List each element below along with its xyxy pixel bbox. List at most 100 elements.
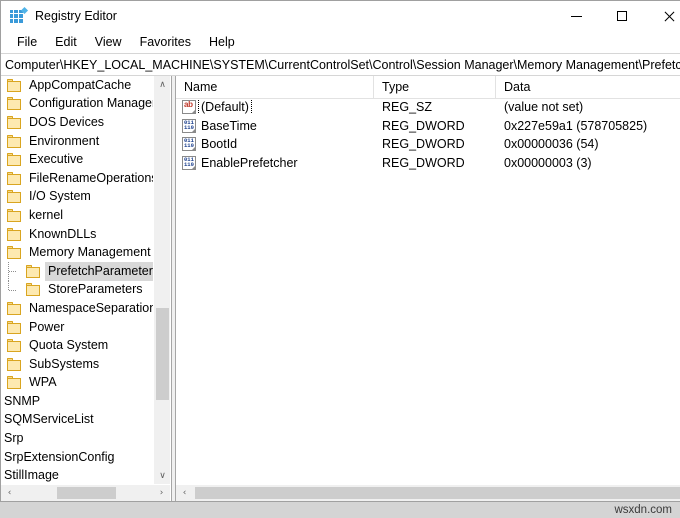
tree-item-srpextensionconfig[interactable]: SrpExtensionConfig	[1, 448, 153, 467]
registry-path: Computer\HKEY_LOCAL_MACHINE\SYSTEM\Curre…	[1, 58, 680, 72]
folder-icon	[7, 339, 22, 352]
value-type: REG_SZ	[374, 100, 496, 114]
value-row[interactable]: 011110EnablePrefetcherREG_DWORD0x0000000…	[176, 154, 680, 173]
tree-item-label: PrefetchParameters	[45, 262, 153, 281]
tree-connector-line	[8, 262, 18, 281]
string-value-icon: ab	[182, 100, 196, 114]
tree-item-quota-system[interactable]: Quota System	[1, 336, 153, 355]
address-bar[interactable]: Computer\HKEY_LOCAL_MACHINE\SYSTEM\Curre…	[1, 53, 680, 76]
folder-icon	[7, 116, 22, 129]
tree-item-knowndlls[interactable]: KnownDLLs	[1, 225, 153, 244]
tree-item-configuration-manager[interactable]: Configuration Manager	[1, 95, 153, 114]
value-name: BaseTime	[199, 119, 259, 133]
tree-item-label: SQMServiceList	[1, 410, 97, 429]
value-name-cell: 011110BaseTime	[176, 119, 374, 133]
value-name: EnablePrefetcher	[199, 156, 300, 170]
tree-item-label: Configuration Manager	[26, 94, 153, 113]
tree-item-snmp[interactable]: SNMP	[1, 392, 153, 411]
folder-icon	[7, 209, 22, 222]
tree-scroll-right-icon[interactable]: ›	[153, 485, 170, 501]
editor-body: AppCompatCacheConfiguration ManagerDOS D…	[1, 76, 680, 501]
minimize-button[interactable]	[553, 1, 599, 31]
tree-item-label: Environment	[26, 132, 102, 151]
menu-item-help[interactable]: Help	[200, 33, 244, 52]
menu-bar: File Edit View Favorites Help	[1, 31, 680, 53]
tree-item-label: kernel	[26, 206, 66, 225]
menu-item-favorites[interactable]: Favorites	[131, 33, 200, 52]
tree-item-label: NamespaceSeparation	[26, 299, 153, 318]
menu-item-view[interactable]: View	[86, 33, 131, 52]
tree-scroll-down-icon[interactable]: ∨	[154, 467, 171, 484]
column-header-data[interactable]: Data	[496, 76, 680, 98]
dword-value-icon: 011110	[182, 156, 196, 170]
tree-item-namespaceseparation[interactable]: NamespaceSeparation	[1, 299, 153, 318]
tree-item-prefetchparameters[interactable]: PrefetchParameters	[1, 262, 153, 281]
tree-item-memory-management[interactable]: Memory Management	[1, 243, 153, 262]
close-button[interactable]	[645, 1, 680, 31]
tree-item-executive[interactable]: Executive	[1, 150, 153, 169]
value-row[interactable]: ab(Default)REG_SZ(value not set)	[176, 98, 680, 117]
values-horizontal-scroll-thumb[interactable]	[195, 487, 680, 499]
tree-item-environment[interactable]: Environment	[1, 132, 153, 151]
window-title: Registry Editor	[35, 9, 117, 23]
tree-item-label: Executive	[26, 150, 86, 169]
tree-item-i-o-system[interactable]: I/O System	[1, 188, 153, 207]
title-bar: Registry Editor	[1, 1, 680, 31]
values-horizontal-scrollbar[interactable]: ‹	[176, 484, 680, 501]
value-name: (Default)	[199, 100, 251, 114]
folder-icon	[7, 153, 22, 166]
tree-item-power[interactable]: Power	[1, 318, 153, 337]
value-type: REG_DWORD	[374, 156, 496, 170]
registry-tree-pane: AppCompatCacheConfiguration ManagerDOS D…	[1, 76, 171, 501]
tree-item-sqmservicelist[interactable]: SQMServiceList	[1, 411, 153, 430]
column-header-type[interactable]: Type	[374, 76, 496, 98]
menu-item-edit[interactable]: Edit	[46, 33, 86, 52]
tree-item-label: Memory Management	[26, 243, 153, 262]
registry-editor-icon	[10, 8, 26, 24]
tree-item-wpa[interactable]: WPA	[1, 374, 153, 393]
tree-item-appcompatcache[interactable]: AppCompatCache	[1, 76, 153, 95]
folder-icon	[7, 321, 22, 334]
dword-value-icon: 011110	[182, 119, 196, 133]
column-header-name[interactable]: Name	[176, 76, 374, 98]
folder-icon	[7, 97, 22, 110]
tree-item-srp[interactable]: Srp	[1, 429, 153, 448]
folder-icon	[7, 79, 22, 92]
value-data: 0x227e59a1 (578705825)	[496, 119, 680, 133]
values-scroll-left-icon[interactable]: ‹	[176, 485, 193, 501]
tree-vertical-scroll-thumb[interactable]	[156, 308, 169, 400]
tree-horizontal-scrollbar[interactable]: ‹ ›	[1, 484, 170, 501]
tree-item-filerenameoperations[interactable]: FileRenameOperations	[1, 169, 153, 188]
tree-item-storeparameters[interactable]: StoreParameters	[1, 281, 153, 300]
watermark-strip: wsxdn.com	[0, 502, 680, 518]
tree-scroll-left-icon[interactable]: ‹	[1, 485, 18, 501]
value-name-cell: 011110BootId	[176, 137, 374, 151]
tree-item-stillimage[interactable]: StillImage	[1, 466, 153, 484]
tree-item-label: KnownDLLs	[26, 225, 99, 244]
value-name: BootId	[199, 137, 239, 151]
maximize-button[interactable]	[599, 1, 645, 31]
value-data: 0x00000003 (3)	[496, 156, 680, 170]
folder-icon	[7, 358, 22, 371]
tree-item-subsystems[interactable]: SubSystems	[1, 355, 153, 374]
minimize-icon	[571, 16, 582, 17]
folder-icon	[26, 283, 41, 296]
maximize-icon	[617, 11, 627, 21]
value-name-cell: 011110EnablePrefetcher	[176, 156, 374, 170]
menu-item-file[interactable]: File	[8, 33, 46, 52]
registry-tree: AppCompatCacheConfiguration ManagerDOS D…	[1, 76, 153, 484]
tree-horizontal-scroll-thumb[interactable]	[57, 487, 116, 499]
registry-tree-scrollarea: AppCompatCacheConfiguration ManagerDOS D…	[1, 76, 153, 484]
tree-vertical-scrollbar[interactable]: ∧ ∨	[153, 76, 170, 484]
tree-item-kernel[interactable]: kernel	[1, 206, 153, 225]
tree-item-dos-devices[interactable]: DOS Devices	[1, 113, 153, 132]
value-row[interactable]: 011110BootIdREG_DWORD0x00000036 (54)	[176, 135, 680, 154]
tree-item-label: StoreParameters	[45, 280, 145, 299]
tree-item-label: I/O System	[26, 187, 94, 206]
tree-connector-line	[8, 281, 18, 300]
tree-scroll-up-icon[interactable]: ∧	[154, 76, 171, 93]
value-type: REG_DWORD	[374, 137, 496, 151]
folder-icon	[7, 302, 22, 315]
tree-item-label: Srp	[1, 429, 26, 448]
value-row[interactable]: 011110BaseTimeREG_DWORD0x227e59a1 (57870…	[176, 117, 680, 136]
